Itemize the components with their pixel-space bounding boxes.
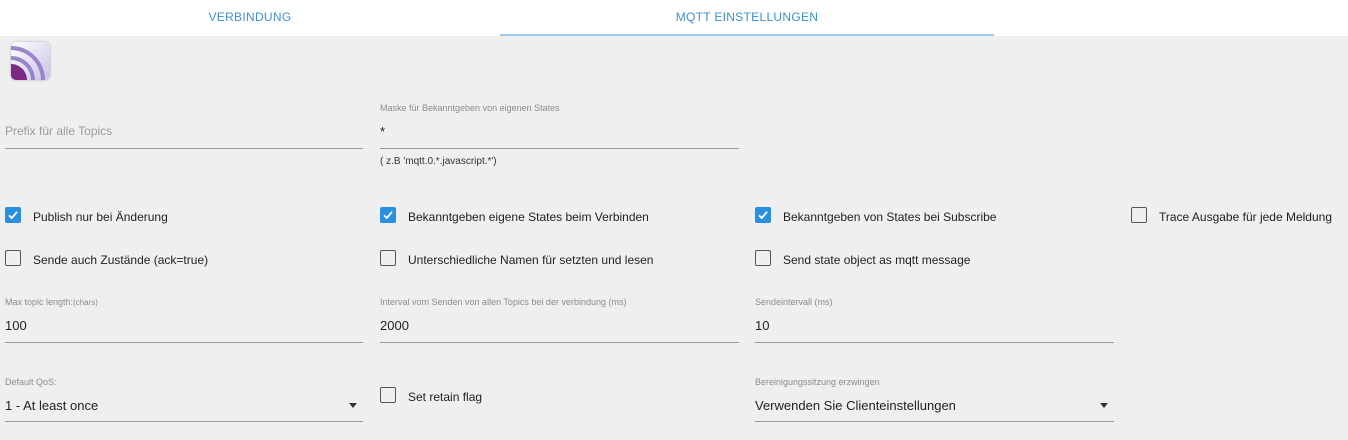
max-topic-input-underline[interactable] [5, 342, 363, 343]
qos-select-value[interactable]: 1 - At least once [5, 398, 98, 413]
qos-dropdown-arrow-icon[interactable] [349, 403, 357, 408]
max-topic-input-value[interactable]: 100 [5, 318, 27, 333]
mask-input-value[interactable]: * [380, 124, 385, 139]
trace-checkbox[interactable] [1131, 207, 1147, 223]
clean-session-dropdown-arrow-icon[interactable] [1100, 403, 1108, 408]
send-interval-input-underline[interactable] [755, 342, 1114, 343]
tab-mqtt-einstellungen[interactable]: MQTT EINSTELLUNGEN [500, 0, 994, 36]
qos-select-underline[interactable] [5, 421, 363, 422]
send-interval-input-value[interactable]: 10 [755, 318, 769, 333]
prefix-placeholder: Prefix für alle Topics [5, 124, 113, 138]
mask-label: Maske für Bekanntgeben von eigenen State… [380, 103, 560, 113]
publish-own-states-label: Bekanntgeben eigene States beim Verbinde… [408, 210, 649, 224]
different-names-label: Unterschiedliche Namen für setzten und l… [408, 253, 654, 267]
state-object-checkbox[interactable] [755, 250, 771, 266]
prefix-input[interactable] [5, 148, 363, 149]
publish-on-subscribe-checkbox[interactable] [755, 207, 771, 223]
tab-verbindung[interactable]: VERBINDUNG [0, 0, 500, 36]
clean-session-label: Bereinigungssitzung erzwingen [755, 377, 880, 387]
retain-checkbox[interactable] [380, 387, 396, 403]
qos-label: Default QoS: [5, 377, 57, 387]
interval-label: Interval vom Senden von allen Topics bei… [380, 297, 627, 307]
trace-label: Trace Ausgabe für jede Meldung [1159, 210, 1332, 224]
publish-on-change-label: Publish nur bei Änderung [33, 210, 168, 224]
mask-input-underline[interactable] [380, 148, 739, 149]
tab-bar: VERBINDUNG MQTT EINSTELLUNGEN [0, 0, 1348, 36]
mask-helper-text: ( z.B 'mqtt.0.*.javascript.*') [380, 156, 497, 167]
clean-session-select-value[interactable]: Verwenden Sie Clienteinstellungen [755, 398, 956, 413]
active-tab-indicator [500, 34, 994, 36]
send-ack-checkbox[interactable] [5, 250, 21, 266]
publish-on-subscribe-label: Bekanntgeben von States bei Subscribe [783, 210, 997, 224]
publish-own-states-checkbox[interactable] [380, 207, 396, 223]
retain-label: Set retain flag [408, 390, 483, 404]
mqtt-logo-icon [11, 42, 50, 80]
publish-on-change-checkbox[interactable] [5, 207, 21, 223]
interval-input-underline[interactable] [380, 342, 739, 343]
clean-session-select-underline[interactable] [755, 421, 1114, 422]
send-ack-label: Sende auch Zustände (ack=true) [33, 253, 209, 267]
different-names-checkbox[interactable] [380, 250, 396, 266]
interval-input-value[interactable]: 2000 [380, 318, 409, 333]
max-topic-label: Max topic length:(chars) [5, 297, 98, 307]
send-interval-label: Sendeintervall (ms) [755, 297, 833, 307]
state-object-label: Send state object as mqtt message [783, 253, 971, 267]
